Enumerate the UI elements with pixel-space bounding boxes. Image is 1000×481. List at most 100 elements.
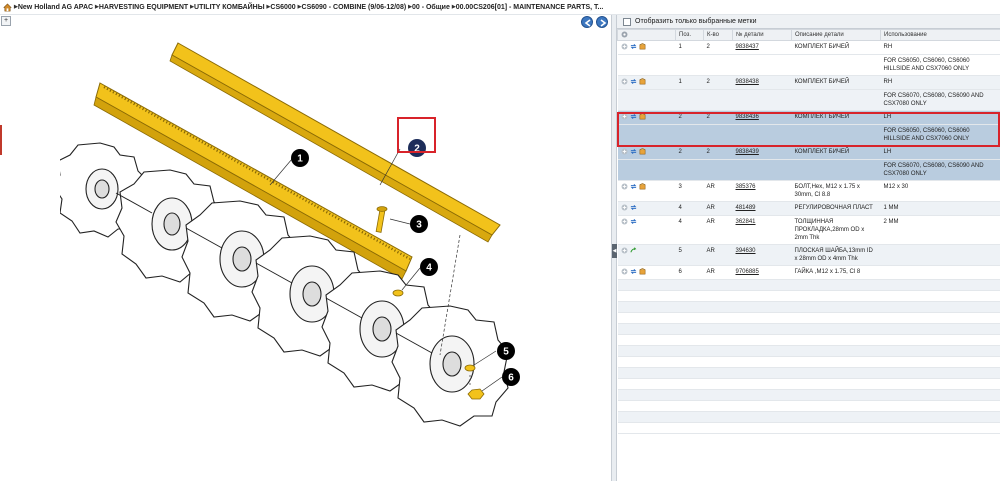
package-icon[interactable] <box>639 113 646 120</box>
selected-callout-highlight <box>397 117 436 153</box>
header-pos[interactable]: Поз. <box>675 29 704 41</box>
cell-usage: 2 MM <box>880 215 1000 245</box>
table-row-selected[interactable]: 2 2 9838436 КОМПЛЕКТ БИЧЕЙ LH <box>617 110 1000 125</box>
replace-arrow-icon[interactable] <box>630 204 637 211</box>
table-row[interactable]: 4 AR 481489 РЕГУЛИРОВОЧНАЯ ПЛАСТ 1 MM <box>617 201 1000 216</box>
replace-arrow-icon[interactable] <box>630 113 637 120</box>
cell-qty: 2 <box>703 110 733 125</box>
cell-usage: RH <box>880 75 1000 90</box>
breadcrumb-item[interactable]: 00 - Общие <box>408 4 450 11</box>
replace-arrow-icon[interactable] <box>630 78 637 85</box>
previous-diagram-button[interactable] <box>581 16 593 28</box>
table-row[interactable]: 1 2 9838437 КОМПЛЕКТ БИЧЕЙ RH <box>617 40 1000 55</box>
add-icon[interactable] <box>621 268 628 275</box>
callout-6[interactable]: 6 <box>502 368 520 386</box>
cell-part-number[interactable]: 9706885 <box>732 265 792 280</box>
cell-part-number[interactable]: 9838439 <box>732 145 792 160</box>
table-row[interactable]: 4 AR 362841 ТОЛЩИННАЯ ПРОКЛАДКА,28mm OD … <box>617 215 1000 245</box>
svg-text:3: 3 <box>416 220 422 231</box>
table-row[interactable]: 6 AR 9706885 ГАЙКА ,M12 x 1.75, Cl 8 <box>617 265 1000 280</box>
arrow-right-icon <box>600 19 607 27</box>
green-arrow-icon[interactable] <box>629 247 637 254</box>
add-icon[interactable] <box>621 218 628 225</box>
cell-part-number[interactable]: 394630 <box>732 244 792 266</box>
package-icon[interactable] <box>639 148 646 155</box>
next-diagram-button[interactable] <box>596 16 608 28</box>
add-icon[interactable] <box>621 78 628 85</box>
package-icon[interactable] <box>639 183 646 190</box>
add-icon[interactable] <box>621 113 628 120</box>
cell-part-number[interactable]: 362841 <box>732 215 792 245</box>
row-actions <box>617 75 676 90</box>
header-part[interactable]: № детали <box>732 29 792 41</box>
add-icon[interactable] <box>621 247 628 254</box>
add-icon[interactable] <box>621 148 628 155</box>
add-icon[interactable] <box>621 204 628 211</box>
callout-4[interactable]: 4 <box>420 258 438 276</box>
svg-text:5: 5 <box>503 347 509 358</box>
breadcrumb-item[interactable]: CS6090 - COMBINE (9/06-12/08) <box>298 4 407 11</box>
table-row-usage: FOR CS6050, CS6060, CS6060 HILLSIDE AND … <box>617 54 1000 76</box>
breadcrumb: New Holland AG APAC HARVESTING EQUIPMENT… <box>14 0 604 14</box>
callout-1[interactable]: 1 <box>291 149 309 167</box>
breadcrumb-item[interactable]: New Holland AG APAC <box>14 4 93 11</box>
empty-row <box>617 345 1000 357</box>
package-icon[interactable] <box>639 43 646 50</box>
zoom-fit-icon[interactable]: + <box>1 16 11 26</box>
washer-part <box>464 364 476 372</box>
row-actions <box>617 40 676 55</box>
replace-arrow-icon[interactable] <box>630 218 637 225</box>
header-desc[interactable]: Описание детали <box>791 29 881 41</box>
table-row[interactable]: 1 2 9838438 КОМПЛЕКТ БИЧЕЙ RH <box>617 75 1000 90</box>
replace-arrow-icon[interactable] <box>630 183 637 190</box>
add-icon[interactable] <box>621 43 628 50</box>
cell-qty: 2 <box>703 145 733 160</box>
cell-pos: 2 <box>675 145 704 160</box>
parts-diagram[interactable]: 1 2 3 4 5 6 <box>60 35 530 445</box>
settings-icon[interactable] <box>621 31 628 38</box>
row-actions <box>617 244 676 266</box>
table-row[interactable]: 2 2 9838439 КОМПЛЕКТ БИЧЕЙ LH <box>617 145 1000 160</box>
cell-desc: КОМПЛЕКТ БИЧЕЙ <box>791 75 881 90</box>
replace-arrow-icon[interactable] <box>630 148 637 155</box>
breadcrumb-item[interactable]: CS6000 <box>267 4 296 11</box>
cell-part-number[interactable]: 9838438 <box>732 75 792 90</box>
empty-row <box>617 389 1000 401</box>
breadcrumb-item[interactable]: HARVESTING EQUIPMENT <box>95 4 188 11</box>
cell-part-number[interactable]: 385376 <box>732 180 792 202</box>
cell-pos: 5 <box>675 244 704 266</box>
replace-arrow-icon[interactable] <box>630 43 637 50</box>
callout-5[interactable]: 5 <box>497 342 515 360</box>
add-icon[interactable] <box>621 183 628 190</box>
cell-desc: РЕГУЛИРОВОЧНАЯ ПЛАСТ <box>791 201 881 216</box>
table-row-usage: FOR CS6070, CS6080, CS6090 AND CSX7080 O… <box>617 89 1000 111</box>
show-selected-checkbox[interactable] <box>623 18 631 26</box>
empty-row <box>617 334 1000 346</box>
cell-desc: КОМПЛЕКТ БИЧЕЙ <box>791 145 881 160</box>
cell-usage-note: FOR CS6050, CS6060, CS6060 HILLSIDE AND … <box>880 124 1000 146</box>
empty-row <box>617 312 1000 324</box>
cell-part-number[interactable]: 9838437 <box>732 40 792 55</box>
header-usage[interactable]: Использование <box>880 29 1000 41</box>
cell-usage: LH <box>880 145 1000 160</box>
cell-usage-note: FOR CS6050, CS6060, CS6060 HILLSIDE AND … <box>880 54 1000 76</box>
arrow-left-icon <box>584 19 591 27</box>
cell-part-number[interactable]: 9838436 <box>732 110 792 125</box>
breadcrumb-item[interactable]: 00.00CS206[01] - MAINTENANCE PARTS, T... <box>452 4 604 11</box>
row-actions <box>617 145 676 160</box>
empty-row <box>617 367 1000 379</box>
replace-arrow-icon[interactable] <box>630 268 637 275</box>
package-icon[interactable] <box>639 78 646 85</box>
package-icon[interactable] <box>639 268 646 275</box>
svg-text:4: 4 <box>426 263 432 274</box>
callout-3[interactable]: 3 <box>410 215 428 233</box>
table-row[interactable]: 5 AR 394630 ПЛОСКАЯ ШАЙБА,13mm ID x 28mm… <box>617 244 1000 266</box>
table-row[interactable]: 3 AR 385376 БОЛТ,Hex, M12 x 1.75 x 30mm,… <box>617 180 1000 202</box>
cell-part-number[interactable]: 481489 <box>732 201 792 216</box>
breadcrumb-item[interactable]: UTILITY КОМБАЙНЫ <box>190 4 264 11</box>
home-icon[interactable] <box>3 3 12 12</box>
svg-text:1: 1 <box>297 154 303 165</box>
row-actions <box>617 180 676 202</box>
empty-row <box>617 411 1000 423</box>
header-qty[interactable]: К-во <box>703 29 733 41</box>
